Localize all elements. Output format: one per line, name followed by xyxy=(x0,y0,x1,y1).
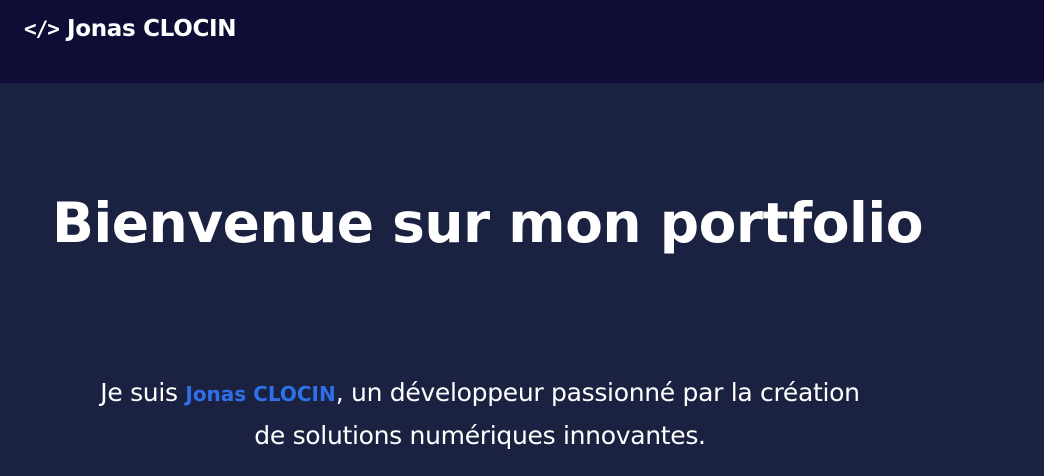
intro-text: Je suis Jonas CLOCIN, un développeur pas… xyxy=(0,372,960,456)
page-title: Bienvenue sur mon portfolio xyxy=(52,191,924,255)
navbar: </> Jonas CLOCIN xyxy=(0,0,1044,83)
code-brackets-icon: </> xyxy=(24,17,60,41)
intro-suffix: , un développeur passionné par la créati… xyxy=(335,378,860,407)
brand-link[interactable]: </> Jonas CLOCIN xyxy=(24,14,237,44)
brand-name: Jonas CLOCIN xyxy=(66,16,237,42)
intro-prefix: Je suis xyxy=(100,378,186,407)
intro-name-highlight: Jonas CLOCIN xyxy=(185,382,336,406)
hero-section: Bienvenue sur mon portfolio Je suis Jona… xyxy=(0,83,1044,476)
intro-line-2: de solutions numériques innovantes. xyxy=(254,421,706,450)
